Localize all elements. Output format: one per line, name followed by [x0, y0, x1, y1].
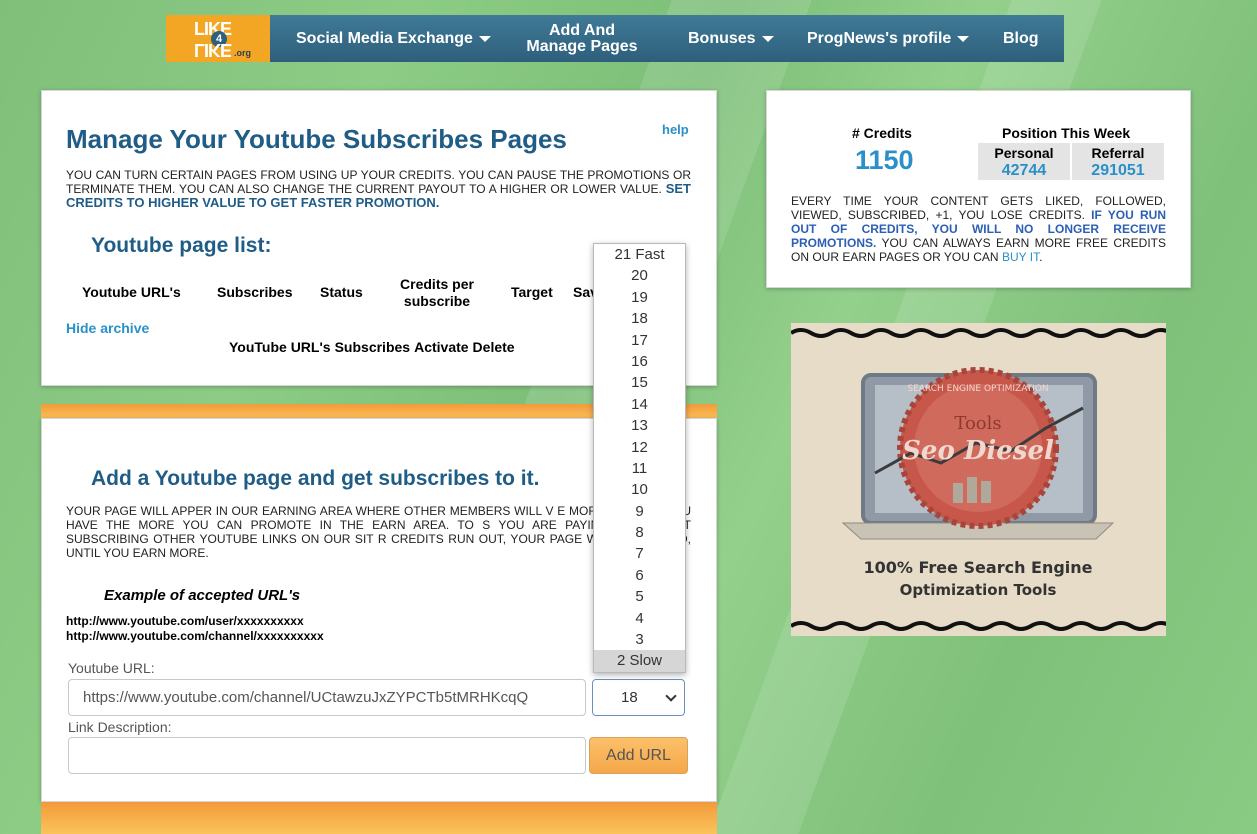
nav-bonuses[interactable]: Bonuses — [688, 15, 774, 62]
svg-text:Seo Diesel: Seo Diesel — [902, 436, 1054, 466]
svg-text:100% Free Search Engine: 100% Free Search Engine — [863, 558, 1092, 577]
svg-text:Optimization Tools: Optimization Tools — [900, 581, 1057, 599]
referral-position: Referral 291051 — [1072, 143, 1164, 180]
seo-diesel-ad-banner[interactable]: Tools Seo Diesel SEARCH ENGINE OPTIMIZAT… — [791, 323, 1166, 636]
dropdown-option[interactable]: 17 — [594, 330, 685, 351]
nav-add-and-manage-pages[interactable]: Add And Manage Pages — [522, 15, 642, 62]
dropdown-option[interactable]: 4 — [594, 608, 685, 629]
dropdown-option[interactable]: 9 — [594, 501, 685, 522]
nav-blog[interactable]: Blog — [1003, 15, 1039, 62]
dropdown-option[interactable]: 7 — [594, 543, 685, 564]
top-nav: LIKE 4 LIKE .org Social Media Exchange A… — [166, 15, 1064, 62]
page-title: Manage Your Youtube Subscribes Pages — [66, 124, 567, 154]
column-status: Status — [320, 284, 363, 300]
buy-it-link[interactable]: Buy it — [1002, 250, 1039, 264]
dropdown-option[interactable]: 18 — [594, 308, 685, 329]
dropdown-option[interactable]: 14 — [594, 394, 685, 415]
dropdown-option[interactable]: 12 — [594, 437, 685, 458]
nav-social-media-exchange[interactable]: Social Media Exchange — [296, 15, 491, 62]
dropdown-option[interactable]: 20 — [594, 265, 685, 286]
dropdown-option[interactable]: 19 — [594, 287, 685, 308]
chevron-down-icon — [761, 35, 774, 42]
nav-profile[interactable]: ProgNews's profile — [807, 15, 970, 62]
example-url-channel: http://www.youtube.com/channel/xxxxxxxxx… — [66, 629, 324, 643]
add-page-title: Add a Youtube page and get subscribes to… — [91, 467, 540, 490]
archive-column-activate: Activate — [414, 339, 469, 355]
archive-column-url: YouTube URL's — [229, 339, 331, 355]
dropdown-option[interactable]: 5 — [594, 586, 685, 607]
column-subscribes: Subscribes — [217, 284, 293, 300]
column-youtube-url: Youtube URL's — [82, 284, 181, 300]
youtube-url-label: Youtube URL: — [68, 660, 155, 676]
dropdown-option[interactable]: 10 — [594, 479, 685, 500]
column-credits-per-subscribe: Credits per subscribe — [400, 276, 474, 309]
archive-column-subscribes: Subscribes — [334, 339, 411, 355]
chevron-down-icon — [957, 35, 970, 42]
svg-text:Tools: Tools — [954, 413, 1001, 434]
orange-divider — [41, 802, 717, 834]
dropdown-option[interactable]: 11 — [594, 458, 685, 479]
credits-select[interactable]: 18 — [592, 679, 685, 716]
youtube-url-input[interactable]: https://www.youtube.com/channel/UCtawzuJ… — [68, 679, 586, 716]
ad-graphic: Tools Seo Diesel SEARCH ENGINE OPTIMIZAT… — [791, 323, 1166, 636]
dropdown-option[interactable]: 3 — [594, 629, 685, 650]
svg-text:SEARCH ENGINE OPTIMIZATION: SEARCH ENGINE OPTIMIZATION — [907, 384, 1048, 394]
example-url-user: http://www.youtube.com/user/xxxxxxxxxx — [66, 614, 304, 628]
archive-header: YouTube URL's Subscribes Activate Delete — [229, 339, 515, 355]
archive-column-delete: Delete — [472, 339, 515, 355]
dropdown-option[interactable]: 16 — [594, 351, 685, 372]
page-list-title: Youtube page list: — [91, 234, 272, 257]
dropdown-option[interactable]: 21 Fast — [594, 244, 685, 265]
dropdown-option-highlighted[interactable]: 2 Slow — [594, 650, 685, 672]
dropdown-option[interactable]: 6 — [594, 565, 685, 586]
credits-value: 1150 — [855, 145, 914, 175]
dropdown-option[interactable]: 15 — [594, 372, 685, 393]
chevron-down-icon — [665, 690, 677, 702]
credits-dropdown-list: 21 Fast 20 19 18 17 16 15 14 13 12 11 10… — [593, 243, 686, 673]
column-target: Target — [511, 284, 553, 300]
credits-note: Every time your content gets liked, foll… — [791, 194, 1166, 264]
dropdown-option[interactable]: 13 — [594, 415, 685, 436]
hide-archive-link[interactable]: Hide archive — [66, 320, 149, 336]
position-label: Position This Week — [1002, 125, 1131, 141]
chevron-down-icon — [478, 35, 491, 42]
link-description-input[interactable] — [68, 737, 586, 774]
link-description-label: Link Description: — [68, 719, 172, 735]
credits-label: # Credits — [852, 125, 912, 141]
help-link[interactable]: help — [662, 122, 689, 137]
manage-description: You can turn certain pages from using up… — [66, 168, 691, 210]
add-url-button[interactable]: Add URL — [589, 737, 688, 774]
dropdown-option[interactable]: 8 — [594, 522, 685, 543]
example-title: Example of accepted URL's — [104, 587, 301, 604]
site-logo[interactable]: LIKE 4 LIKE .org — [166, 15, 270, 62]
personal-position: Personal 42744 — [978, 143, 1070, 180]
